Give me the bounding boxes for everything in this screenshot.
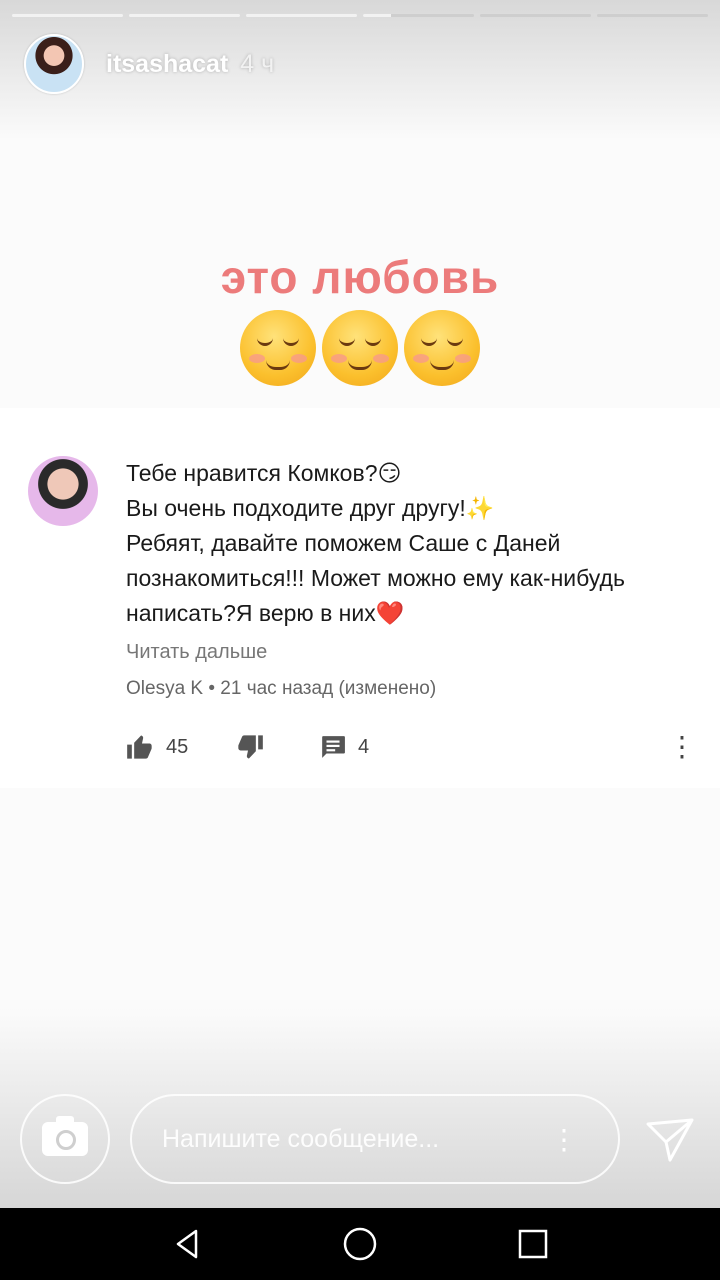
progress-segment	[12, 14, 123, 17]
comment-line: написать?Я верю в них❤️	[126, 600, 405, 626]
smiling-face-icon	[240, 310, 316, 386]
emoji-row	[0, 310, 720, 386]
progress-segment	[480, 14, 591, 17]
story-username[interactable]: itsashacat	[106, 50, 228, 79]
more-vert-icon: ⋮	[668, 731, 696, 762]
comment-avatar	[28, 456, 98, 526]
thumbs-down-icon	[238, 735, 263, 759]
reply-count: 4	[358, 735, 370, 758]
like-action: 45	[126, 734, 236, 760]
youtube-comment-screenshot: Тебе нравится Комков?😏 Вы очень подходит…	[0, 408, 720, 788]
story-avatar[interactable]	[24, 34, 84, 94]
smiling-face-icon	[322, 310, 398, 386]
comment-line: Ребяят, давайте поможем Саше с Даней	[126, 530, 561, 556]
more-options-icon[interactable]: ⋮	[550, 1120, 578, 1160]
comment-text: Тебе нравится Комков?😏 Вы очень подходит…	[126, 456, 696, 631]
message-box[interactable]: ⋮	[130, 1094, 620, 1184]
comment-meta: Olesya K • 21 час назад (изменено)	[126, 678, 437, 699]
comment-line: познакомиться!!! Может можно ему как-ниб…	[126, 565, 625, 591]
progress-segment-active	[363, 14, 474, 17]
comment-icon	[322, 736, 345, 758]
reply-action: 4	[320, 735, 440, 759]
nav-home-button[interactable]	[330, 1214, 390, 1274]
message-input[interactable]	[162, 1124, 562, 1154]
dislike-action	[236, 734, 320, 760]
recents-square-icon	[519, 1229, 548, 1259]
comment-line: Вы очень подходите друг другу!✨	[126, 495, 495, 521]
comment-actions: 45 4 ⋮	[126, 730, 696, 764]
story-progress	[12, 14, 708, 17]
like-count: 45	[166, 735, 189, 758]
nav-recents-button[interactable]	[503, 1214, 563, 1274]
read-more-link: Читать дальше	[126, 641, 268, 663]
home-circle-icon	[343, 1227, 377, 1261]
comment-body: Тебе нравится Комков?😏 Вы очень подходит…	[126, 456, 696, 700]
thumbs-up-icon	[127, 735, 152, 759]
camera-button[interactable]	[20, 1094, 110, 1184]
android-nav-bar	[0, 1208, 720, 1280]
smiling-face-icon	[404, 310, 480, 386]
progress-segment	[597, 14, 708, 17]
send-icon[interactable]	[644, 1114, 696, 1166]
camera-icon	[42, 1116, 88, 1156]
progress-segment	[129, 14, 240, 17]
progress-segment	[246, 14, 357, 17]
story-header: itsashacat 4 ч	[24, 34, 274, 94]
story-headline: это любовь	[220, 251, 500, 303]
story-time: 4 ч	[240, 49, 275, 78]
back-triangle-icon	[176, 1229, 197, 1259]
comment-line: Тебе нравится Комков?😏	[126, 460, 402, 486]
nav-back-button[interactable]	[157, 1214, 217, 1274]
